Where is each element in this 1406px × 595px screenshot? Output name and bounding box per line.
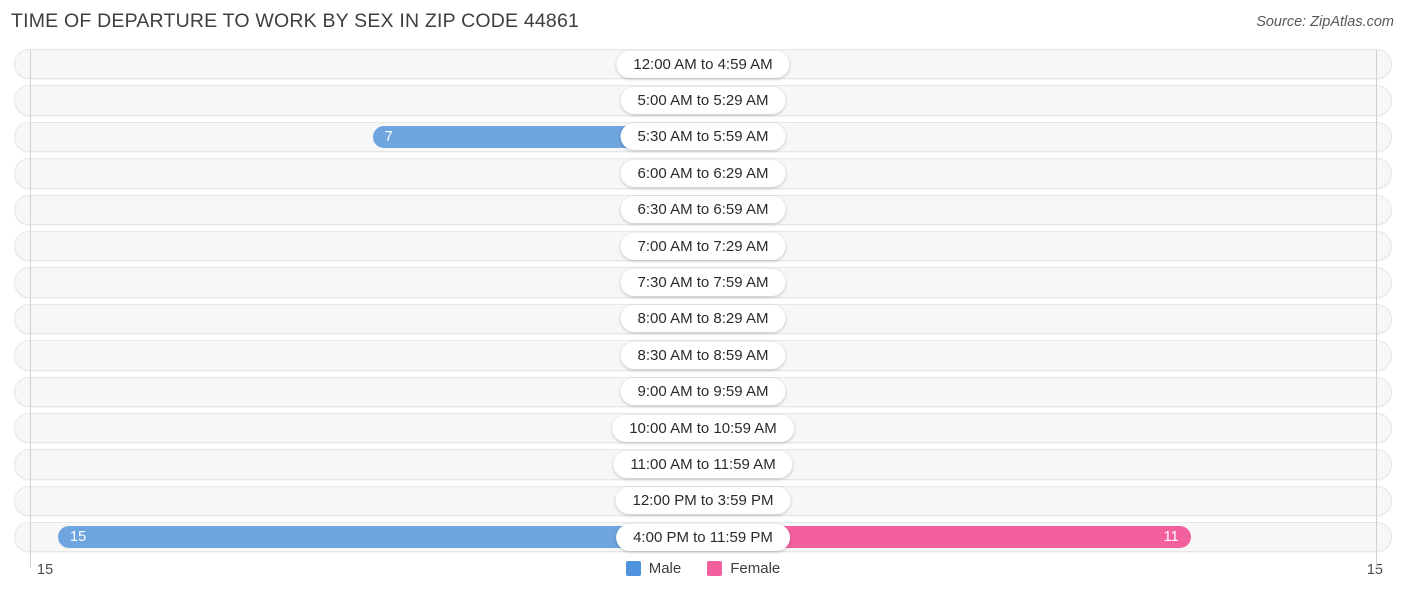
row-category-label: 5:30 AM to 5:59 AM: [620, 123, 786, 151]
table-row[interactable]: 007:00 AM to 7:29 AM: [0, 228, 1406, 264]
row-content: 0010:00 AM to 10:59 AM: [0, 410, 1406, 446]
table-row[interactable]: 0010:00 AM to 10:59 AM: [0, 410, 1406, 446]
row-category-label: 7:30 AM to 7:59 AM: [620, 269, 786, 297]
row-male-side: 0: [0, 192, 703, 228]
row-male-side: 0: [0, 483, 703, 519]
row-female-side: 0: [703, 337, 1406, 373]
row-category-label: 12:00 AM to 4:59 AM: [616, 50, 790, 78]
legend-item-male[interactable]: Male: [625, 560, 682, 577]
row-content: 009:00 AM to 9:59 AM: [0, 374, 1406, 410]
source-attribution: Source: ZipAtlas.com: [1256, 14, 1394, 30]
table-row[interactable]: 0012:00 AM to 4:59 AM: [0, 46, 1406, 82]
legend-label-female: Female: [730, 560, 781, 577]
row-category-label: 12:00 PM to 3:59 PM: [615, 487, 791, 515]
table-row[interactable]: 006:00 AM to 6:29 AM: [0, 155, 1406, 191]
page-title: TIME OF DEPARTURE TO WORK BY SEX IN ZIP …: [11, 10, 580, 32]
row-category-label: 11:00 AM to 11:59 AM: [613, 450, 793, 478]
row-category-label: 4:00 PM to 11:59 PM: [616, 523, 790, 551]
table-row[interactable]: 008:30 AM to 8:59 AM: [0, 337, 1406, 373]
row-male-side: 0: [0, 337, 703, 373]
row-content: 15 11 4:00 PM to 11:59 PM: [0, 519, 1406, 555]
row-content: 0012:00 PM to 3:59 PM: [0, 483, 1406, 519]
chart-header: TIME OF DEPARTURE TO WORK BY SEX IN ZIP …: [0, 0, 1406, 46]
row-content: 008:00 AM to 8:29 AM: [0, 301, 1406, 337]
row-male-side: 0: [0, 82, 703, 118]
table-row[interactable]: 0011:00 AM to 11:59 AM: [0, 446, 1406, 482]
row-female-side: 0: [703, 82, 1406, 118]
row-category-label: 8:00 AM to 8:29 AM: [620, 305, 786, 333]
row-category-label: 6:00 AM to 6:29 AM: [620, 159, 786, 187]
row-male-side: 0: [0, 46, 703, 82]
row-female-side: 0: [703, 228, 1406, 264]
row-female-side: 0: [703, 155, 1406, 191]
row-female-side: 11: [703, 519, 1406, 555]
row-content: 006:00 AM to 6:29 AM: [0, 155, 1406, 191]
legend-swatch-female-icon: [707, 561, 723, 576]
row-male-side: 0: [0, 155, 703, 191]
row-content: 007:30 AM to 7:59 AM: [0, 264, 1406, 300]
row-category-label: 5:00 AM to 5:29 AM: [620, 87, 786, 115]
row-female-side: 0: [703, 264, 1406, 300]
row-category-label: 10:00 AM to 10:59 AM: [612, 414, 794, 442]
chart-page: TIME OF DEPARTURE TO WORK BY SEX IN ZIP …: [0, 0, 1406, 595]
row-content: 0012:00 AM to 4:59 AM: [0, 46, 1406, 82]
table-row[interactable]: 7 05:30 AM to 5:59 AM: [0, 119, 1406, 155]
legend-label-male: Male: [648, 560, 682, 577]
table-row[interactable]: 15 11 4:00 PM to 11:59 PM: [0, 519, 1406, 555]
row-category-label: 6:30 AM to 6:59 AM: [620, 196, 786, 224]
row-female-side: 0: [703, 119, 1406, 155]
row-female-side: 0: [703, 483, 1406, 519]
bar-male-value: 15: [70, 529, 87, 546]
row-female-side: 0: [703, 446, 1406, 482]
chart-legend: Male Female: [0, 560, 1406, 577]
row-content: 006:30 AM to 6:59 AM: [0, 192, 1406, 228]
row-female-side: 0: [703, 410, 1406, 446]
row-category-label: 8:30 AM to 8:59 AM: [620, 341, 786, 369]
row-content: 7 05:30 AM to 5:59 AM: [0, 119, 1406, 155]
row-male-side: 0: [0, 410, 703, 446]
row-male-side: 0: [0, 228, 703, 264]
row-male-side: 0: [0, 374, 703, 410]
row-category-label: 7:00 AM to 7:29 AM: [620, 232, 786, 260]
row-male-side: 0: [0, 446, 703, 482]
row-female-side: 0: [703, 192, 1406, 228]
row-content: 008:30 AM to 8:59 AM: [0, 337, 1406, 373]
row-male-side: 7: [0, 119, 703, 155]
row-category-label: 9:00 AM to 9:59 AM: [620, 378, 786, 406]
row-female-side: 0: [703, 374, 1406, 410]
table-row[interactable]: 006:30 AM to 6:59 AM: [0, 192, 1406, 228]
chart-rows: 0012:00 AM to 4:59 AM005:00 AM to 5:29 A…: [0, 46, 1406, 555]
row-female-side: 0: [703, 301, 1406, 337]
table-row[interactable]: 0012:00 PM to 3:59 PM: [0, 483, 1406, 519]
row-male-side: 15: [0, 519, 703, 555]
bar-female-value: 11: [1163, 529, 1179, 546]
row-content: 005:00 AM to 5:29 AM: [0, 82, 1406, 118]
row-content: 007:00 AM to 7:29 AM: [0, 228, 1406, 264]
chart-footer: 15 15 Male Female: [0, 556, 1406, 595]
legend-swatch-male-icon: [625, 561, 641, 576]
row-female-side: 0: [703, 46, 1406, 82]
row-content: 0011:00 AM to 11:59 AM: [0, 446, 1406, 482]
table-row[interactable]: 008:00 AM to 8:29 AM: [0, 301, 1406, 337]
table-row[interactable]: 007:30 AM to 7:59 AM: [0, 264, 1406, 300]
table-row[interactable]: 009:00 AM to 9:59 AM: [0, 374, 1406, 410]
chart-plot-area: 0012:00 AM to 4:59 AM005:00 AM to 5:29 A…: [0, 46, 1406, 568]
row-male-side: 0: [0, 264, 703, 300]
legend-item-female[interactable]: Female: [707, 560, 780, 577]
row-male-side: 0: [0, 301, 703, 337]
bar-male[interactable]: 15: [58, 526, 703, 549]
bar-male-value: 7: [384, 128, 393, 145]
table-row[interactable]: 005:00 AM to 5:29 AM: [0, 82, 1406, 118]
